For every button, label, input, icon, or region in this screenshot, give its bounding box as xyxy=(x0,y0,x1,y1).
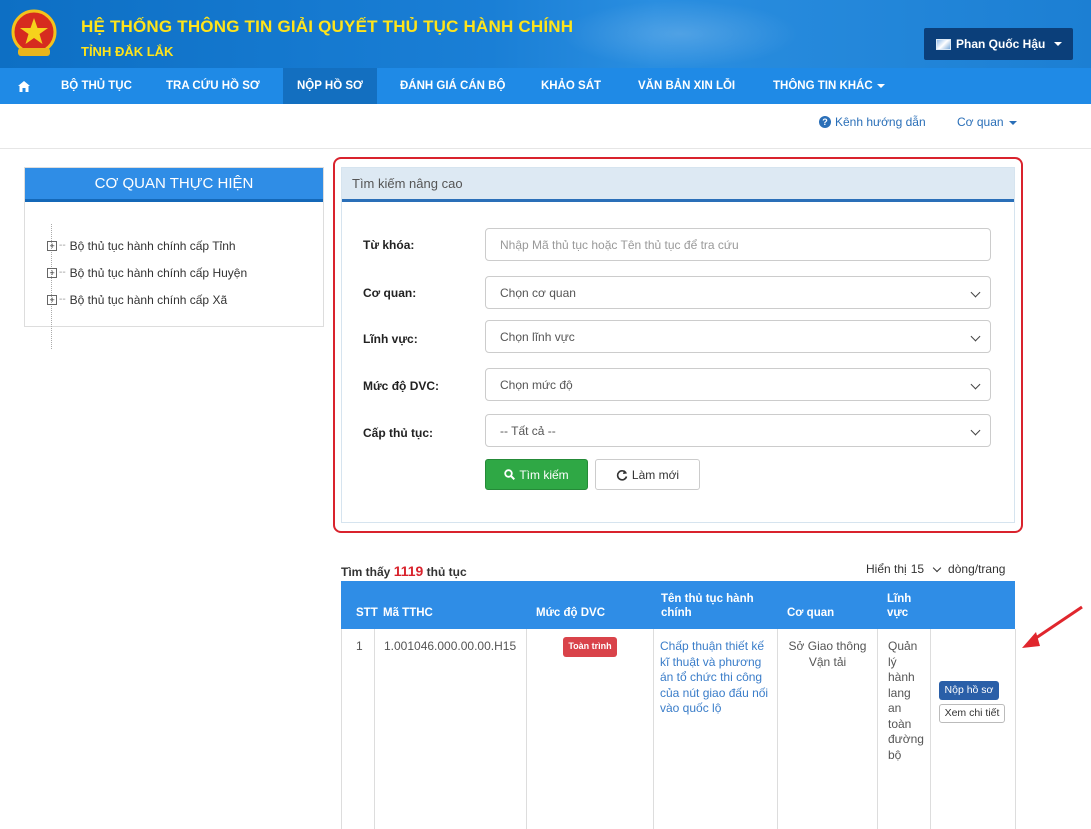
chevron-down-icon xyxy=(876,84,885,88)
nav-home[interactable] xyxy=(18,68,48,104)
tree-item-district[interactable]: + -- Bộ thủ tục hành chính cấp Huyện xyxy=(47,259,323,286)
chevron-down-icon xyxy=(970,379,981,390)
expand-icon[interactable]: + xyxy=(47,240,57,251)
app-title: HỆ THỐNG THÔNG TIN GIẢI QUYẾT THỦ TỤC HÀ… xyxy=(81,17,574,36)
page-size-value: 15 xyxy=(910,562,925,576)
cell-org: Sở Giao thông Vận tải xyxy=(778,629,878,829)
nav-item-apology[interactable]: VĂN BẢN XIN LỖI xyxy=(638,68,735,104)
level-select[interactable]: Chọn mức độ xyxy=(485,368,991,401)
tree-connector: -- xyxy=(59,267,66,278)
question-icon: ? xyxy=(819,116,831,128)
chevron-down-icon xyxy=(1054,42,1063,46)
page-size-prefix: Hiển thị xyxy=(866,562,907,576)
tree-item-label: Bộ thủ tục hành chính cấp Xã xyxy=(69,292,228,307)
user-name: Phan Quốc Hậu xyxy=(956,37,1046,51)
results-count: Tìm thấy 1119 thủ tục xyxy=(341,563,467,579)
cell-field: Quản lý hành lang an toàn đường bộ xyxy=(878,629,931,829)
chevron-down-icon xyxy=(970,331,981,342)
agency-panel: CƠ QUAN THỰC HIỆN + -- Bộ thủ tục hành ch… xyxy=(24,167,324,349)
col-header-field: Lĩnh vực xyxy=(887,593,912,619)
org-label: Cơ quan xyxy=(957,115,1004,129)
tree-connector: -- xyxy=(59,294,66,305)
col-header-name: Tên thủ tục hành chính xyxy=(661,593,754,619)
nav-item-submit[interactable]: NỘP HỒ SƠ xyxy=(283,68,377,104)
site-header: HỆ THỐNG THÔNG TIN GIẢI QUYẾT THỦ TỤC HÀ… xyxy=(0,0,1091,68)
help-link[interactable]: ? Kênh hướng dẫn xyxy=(819,115,926,129)
nav-item-lookup[interactable]: TRA CỨU HỒ SƠ xyxy=(166,68,260,104)
field-select-value: Chọn lĩnh vực xyxy=(500,329,575,344)
user-menu-button[interactable]: Phan Quốc Hậu xyxy=(924,28,1073,60)
org-filter-label: Cơ quan: xyxy=(363,286,417,300)
advanced-search-title: Tìm kiếm nâng cao xyxy=(342,168,1014,202)
agency-panel-title: CƠ QUAN THỰC HIỆN xyxy=(25,168,323,202)
table-header: STT Mã TTHC Mức độ DVC Tên thủ tục hành … xyxy=(341,581,1015,629)
view-detail-button[interactable]: Xem chi tiết xyxy=(939,704,1005,723)
red-arrow-annotation xyxy=(1022,605,1083,648)
tree-item-label: Bộ thủ tục hành chính cấp Huyện xyxy=(69,265,248,280)
org-select[interactable]: Chọn cơ quan xyxy=(485,276,991,309)
national-emblem-icon[interactable] xyxy=(8,8,60,60)
keyword-input[interactable]: Nhập Mã thủ tục hoặc Tên thủ tục để tra … xyxy=(485,228,991,261)
tier-filter-label: Cấp thủ tục: xyxy=(363,426,433,440)
level-badge: Toàn trình xyxy=(563,637,617,657)
chevron-down-icon xyxy=(970,425,981,436)
results-table: STT Mã TTHC Mức độ DVC Tên thủ tục hành … xyxy=(341,581,1016,829)
submit-application-button[interactable]: Nộp hồ sơ xyxy=(939,681,999,700)
col-header-code: Mã TTHC xyxy=(383,607,433,619)
tree-item-label: Bộ thủ tục hành chính cấp Tỉnh xyxy=(69,238,236,253)
tree-connector: -- xyxy=(59,240,66,251)
expand-icon[interactable]: + xyxy=(47,267,57,278)
field-select[interactable]: Chọn lĩnh vực xyxy=(485,320,991,353)
expand-icon[interactable]: + xyxy=(47,294,57,305)
level-select-value: Chọn mức độ xyxy=(500,377,573,392)
cell-procedure-name[interactable]: Chấp thuận thiết kế kĩ thuật và phương á… xyxy=(654,629,778,829)
col-header-stt: STT xyxy=(356,607,378,619)
results-count-prefix: Tìm thấy xyxy=(341,565,391,579)
results-count-suffix: thủ tục xyxy=(426,565,467,579)
results-count-value: 1119 xyxy=(393,563,424,579)
reset-button-label: Làm mới xyxy=(631,467,680,482)
nav-item-evaluate[interactable]: ĐÁNH GIÁ CÁN BỘ xyxy=(400,68,505,104)
province-name: TỈNH ĐẮK LẮK xyxy=(81,44,174,59)
keyword-label: Từ khóa: xyxy=(363,238,415,252)
tier-select[interactable]: -- Tất cả -- xyxy=(485,414,991,447)
nav-item-procedures[interactable]: BỘ THỦ TỤC xyxy=(61,68,132,104)
reset-button[interactable]: Làm mới xyxy=(595,459,700,490)
org-select-value: Chọn cơ quan xyxy=(500,285,576,300)
chevron-down-icon xyxy=(932,563,942,572)
cell-stt: 1 xyxy=(342,629,375,829)
nav-item-more-label: THÔNG TIN KHÁC xyxy=(773,80,873,92)
agency-tree: + -- Bộ thủ tục hành chính cấp Tỉnh + -- B… xyxy=(25,202,323,349)
search-button[interactable]: Tìm kiếm xyxy=(485,459,588,490)
chevron-down-icon xyxy=(1008,120,1017,125)
help-label: Kênh hướng dẫn xyxy=(835,115,926,129)
tree-item-commune[interactable]: + -- Bộ thủ tục hành chính cấp Xã xyxy=(47,286,323,313)
col-header-org: Cơ quan xyxy=(787,607,835,619)
table-row: 1 1.001046.000.00.00.H15 Toàn trình Chấp… xyxy=(341,629,1016,829)
chevron-down-icon xyxy=(970,287,981,298)
nav-item-more[interactable]: THÔNG TIN KHÁC xyxy=(773,68,885,104)
refresh-icon xyxy=(616,469,628,481)
nav-item-survey[interactable]: KHẢO SÁT xyxy=(541,68,601,104)
divider xyxy=(0,148,1091,149)
cell-actions: Nộp hồ sơ Xem chi tiết xyxy=(931,629,1016,829)
tier-select-value: -- Tất cả -- xyxy=(500,423,556,438)
search-button-label: Tìm kiếm xyxy=(519,467,569,482)
org-dropdown[interactable]: Cơ quan xyxy=(957,115,1017,129)
page-size-selector[interactable]: Hiển thị 15 dòng/trang xyxy=(866,562,1005,576)
tree-item-province[interactable]: + -- Bộ thủ tục hành chính cấp Tỉnh xyxy=(47,232,323,259)
search-icon xyxy=(504,469,516,480)
field-filter-label: Lĩnh vực: xyxy=(363,332,418,346)
header-decoration xyxy=(560,0,800,68)
col-header-level: Mức độ DVC xyxy=(536,607,606,619)
home-icon xyxy=(18,80,30,92)
cell-level: Toàn trình xyxy=(527,629,654,829)
page-size-suffix: dòng/trang xyxy=(948,562,1006,576)
main-nav: BỘ THỦ TỤC TRA CỨU HỒ SƠ NỘP HỒ SƠ ĐÁNH … xyxy=(0,68,1091,104)
level-filter-label: Mức độ DVC: xyxy=(363,379,440,393)
advanced-search-panel: Tìm kiếm nâng cao Từ khóa: Nhập Mã thủ t… xyxy=(341,167,1015,523)
cell-code: 1.001046.000.00.00.H15 xyxy=(375,629,527,829)
user-avatar-icon xyxy=(936,38,951,50)
